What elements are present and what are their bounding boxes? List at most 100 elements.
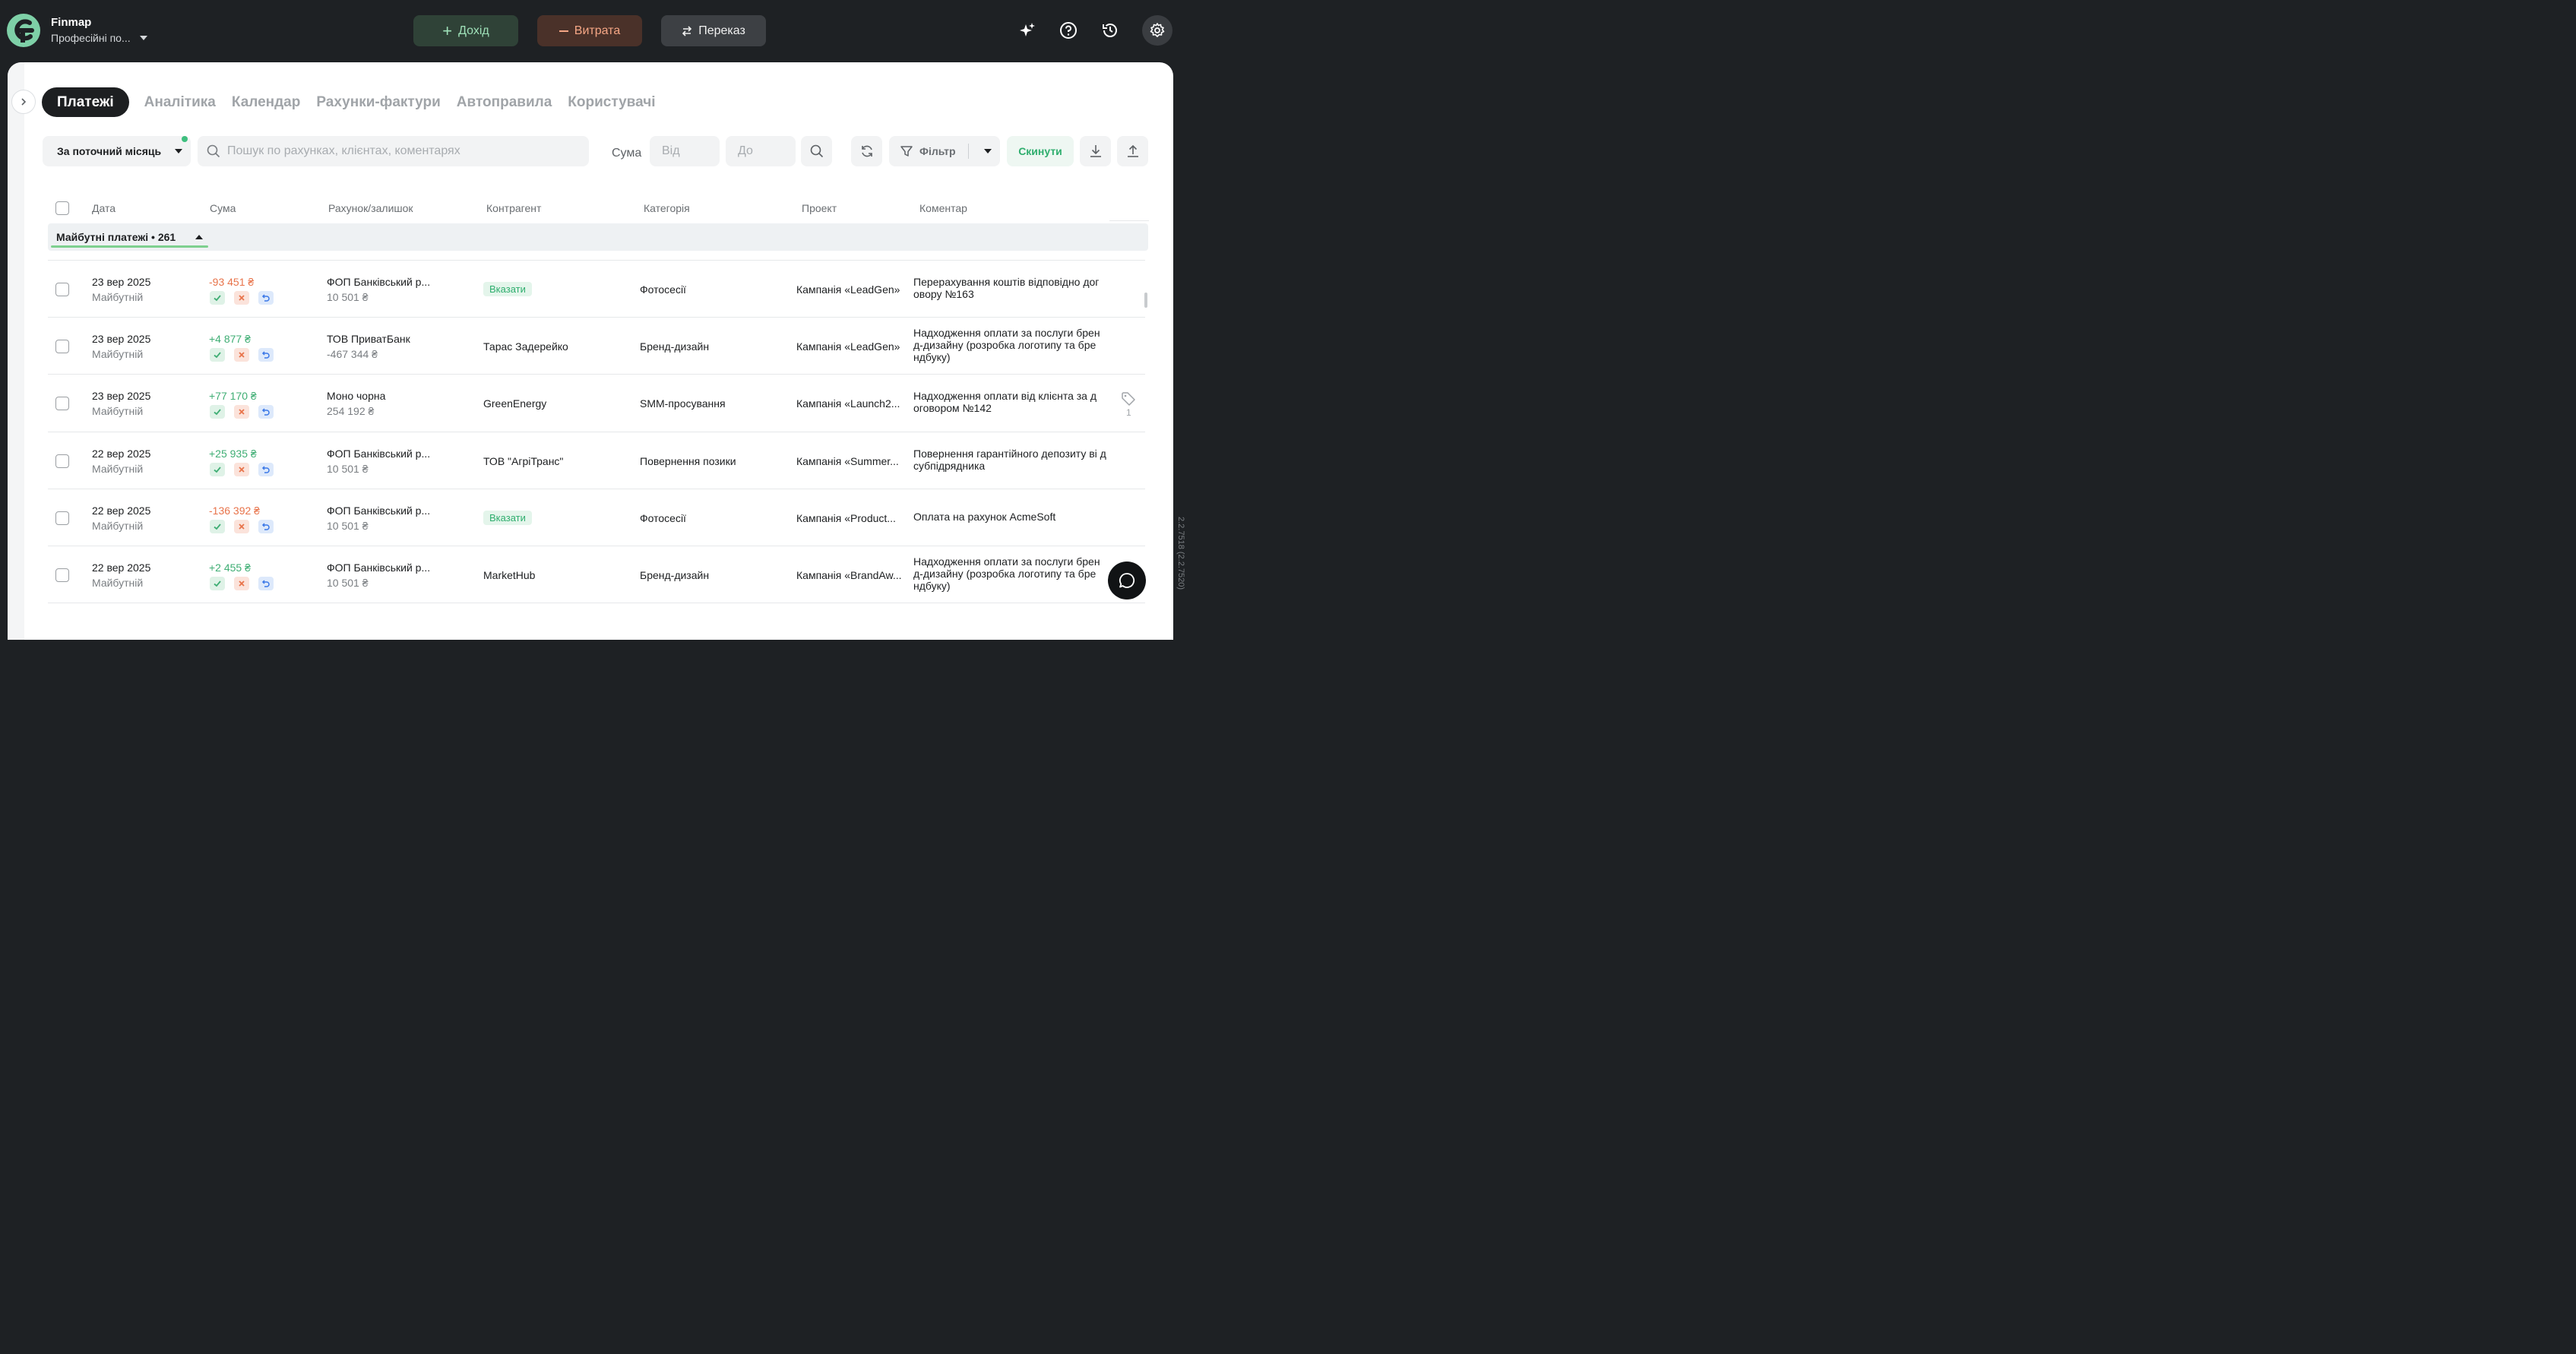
add-income-button[interactable]: + Дохід [413, 15, 518, 46]
reject-payment-button[interactable] [234, 577, 249, 590]
column-header-project[interactable]: Проект [802, 202, 837, 214]
filter-icon [900, 146, 913, 157]
undo-payment-button[interactable] [258, 348, 274, 362]
row-checkbox[interactable] [55, 340, 69, 353]
sum-from-input[interactable] [650, 136, 720, 166]
row-status: Майбутній [92, 577, 144, 589]
undo-payment-button[interactable] [258, 577, 274, 590]
period-select[interactable]: За поточний місяць [43, 136, 191, 166]
chat-icon [1119, 573, 1135, 588]
sum-search-button[interactable] [801, 136, 832, 166]
row-category: Повернення позики [640, 455, 736, 467]
row-balance: 10 501 ₴ [327, 463, 369, 475]
import-button[interactable] [1117, 136, 1148, 166]
column-header-account[interactable]: Рахунок/залишок [328, 202, 413, 214]
undo-icon [261, 466, 270, 473]
row-account: ТОВ ПриватБанк [327, 333, 410, 345]
select-all-checkbox[interactable] [55, 201, 69, 215]
column-header-comment[interactable]: Коментар [919, 202, 967, 214]
column-header-counterparty[interactable]: Контрагент [486, 202, 541, 214]
row-checkbox[interactable] [55, 283, 69, 296]
chat-support-button[interactable] [1108, 562, 1146, 599]
row-project: Кампанія «Summer... [796, 455, 899, 467]
reset-filters-button[interactable]: Скинути [1007, 136, 1074, 166]
search-input[interactable] [227, 144, 577, 158]
income-label: Дохід [458, 24, 489, 37]
confirm-payment-button[interactable] [210, 463, 225, 476]
divider [1109, 220, 1149, 221]
row-account: ФОП Банківський р... [327, 276, 431, 288]
row-category: SMM-просування [640, 397, 726, 410]
row-balance: 10 501 ₴ [327, 577, 369, 589]
row-category: Бренд-дизайн [640, 569, 710, 581]
set-counterparty-button[interactable]: Вказати [483, 511, 532, 525]
undo-payment-button[interactable] [258, 405, 274, 419]
row-category: Фотосесії [640, 512, 686, 524]
search-icon [207, 144, 220, 158]
reject-payment-button[interactable] [234, 291, 249, 305]
tab-bar: Платежі Аналітика Календар Рахунки-факту… [42, 87, 672, 117]
row-checkbox[interactable] [55, 454, 69, 468]
scrollbar-thumb[interactable] [1144, 293, 1147, 308]
undo-payment-button[interactable] [258, 520, 274, 533]
confirm-payment-button[interactable] [210, 291, 225, 305]
add-expense-button[interactable]: Витрата [537, 15, 642, 46]
sidebar-strip [8, 62, 24, 640]
tab-payments[interactable]: Платежі [42, 87, 129, 117]
tab-autorules[interactable]: Автоправила [457, 94, 552, 111]
set-counterparty-button[interactable]: Вказати [483, 282, 532, 296]
row-project: Кампанія «BrandAw... [796, 569, 902, 581]
tab-analytics[interactable]: Аналітика [144, 94, 216, 111]
column-header-amount[interactable]: Сума [210, 202, 236, 214]
chevron-down-icon [139, 36, 147, 40]
export-button[interactable] [1080, 136, 1111, 166]
row-balance: -467 344 ₴ [327, 348, 378, 360]
filter-button[interactable]: Фільтр [889, 136, 1000, 166]
column-header-date[interactable]: Дата [92, 202, 116, 214]
row-checkbox[interactable] [55, 397, 69, 410]
row-status: Майбутній [92, 348, 144, 360]
row-status: Майбутній [92, 291, 144, 303]
help-icon [1060, 22, 1077, 39]
search-field[interactable] [198, 136, 589, 166]
settings-button[interactable] [1142, 15, 1172, 46]
row-comment: Оплата на рахунок AcmeSoft [913, 511, 1056, 523]
row-account: Моно чорна [327, 390, 386, 402]
reject-payment-button[interactable] [234, 463, 249, 476]
confirm-payment-button[interactable] [210, 348, 225, 362]
confirm-payment-button[interactable] [210, 405, 225, 419]
tag-count: 1 [1126, 407, 1131, 418]
history-button[interactable] [1095, 15, 1125, 46]
add-transfer-button[interactable]: Переказ [661, 15, 766, 46]
row-checkbox[interactable] [55, 511, 69, 525]
tab-invoices[interactable]: Рахунки-фактури [316, 94, 440, 111]
confirm-payment-button[interactable] [210, 577, 225, 590]
finmap-logo[interactable] [7, 14, 40, 47]
tab-calendar[interactable]: Календар [232, 94, 301, 111]
row-balance: 10 501 ₴ [327, 291, 369, 303]
sum-to-input[interactable] [726, 136, 796, 166]
plus-icon: + [442, 21, 453, 40]
row-amount: +25 935 ₴ [209, 448, 257, 460]
help-button[interactable] [1053, 15, 1084, 46]
expand-sidebar-button[interactable] [11, 90, 36, 114]
undo-payment-button[interactable] [258, 291, 274, 305]
row-counterparty: MarketHub [483, 569, 536, 581]
row-checkbox[interactable] [55, 568, 69, 582]
group-toggle[interactable]: Майбутні платежі • 261 [56, 231, 204, 243]
chevron-down-icon[interactable] [983, 149, 992, 153]
reject-payment-button[interactable] [234, 405, 249, 419]
refresh-button[interactable] [851, 136, 882, 166]
confirm-payment-button[interactable] [210, 520, 225, 533]
reject-payment-button[interactable] [234, 520, 249, 533]
workspace-selector[interactable]: Професійні по... [51, 32, 147, 44]
tab-users[interactable]: Користувачі [568, 94, 655, 111]
ai-assistant-button[interactable] [1012, 15, 1043, 46]
undo-payment-button[interactable] [258, 463, 274, 476]
minus-icon [559, 30, 568, 32]
column-header-category[interactable]: Категорія [644, 202, 690, 214]
expense-label: Витрата [574, 24, 621, 37]
reject-payment-button[interactable] [234, 348, 249, 362]
transfer-icon [682, 25, 692, 36]
tag-icon[interactable] [1121, 391, 1136, 407]
